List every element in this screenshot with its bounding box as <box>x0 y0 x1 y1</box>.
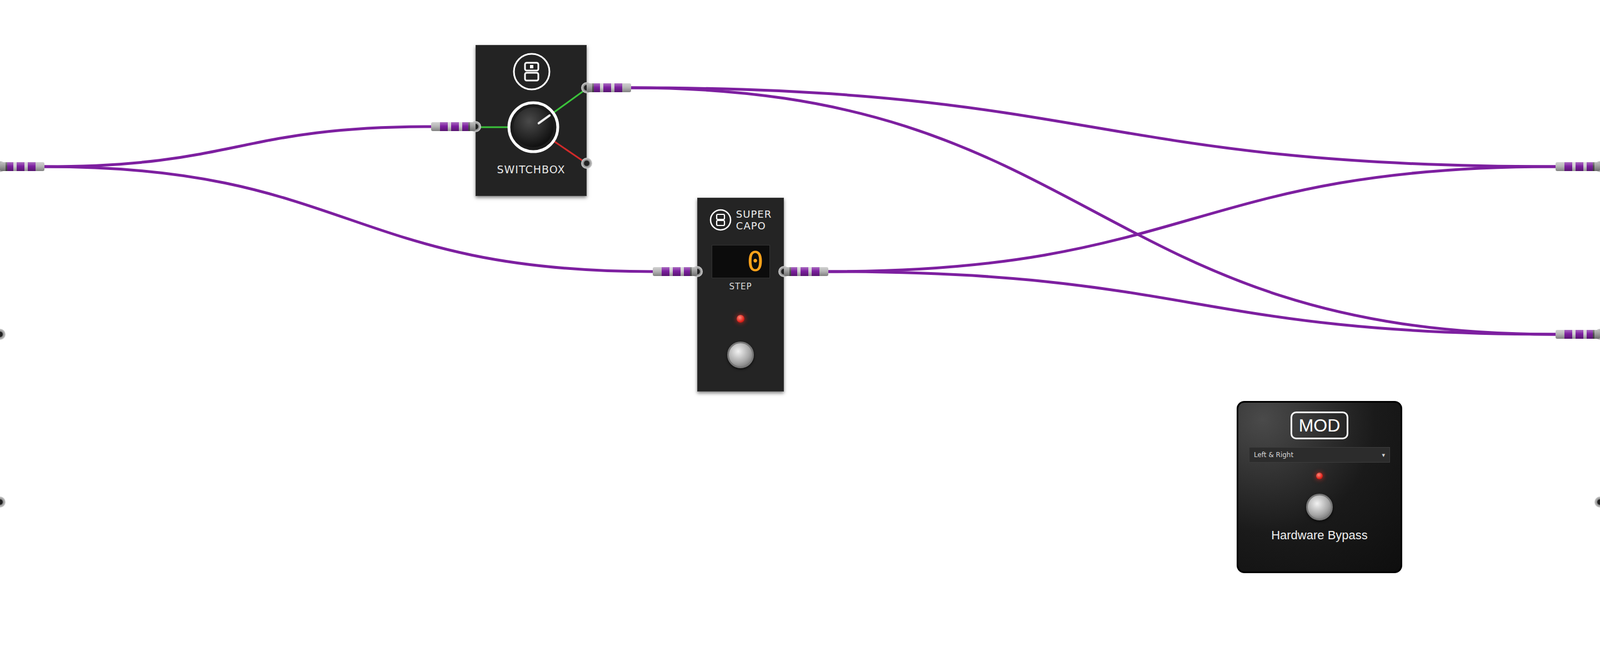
dropdown-arrow-icon: ▾ <box>1381 451 1385 459</box>
cable[interactable] <box>44 126 432 167</box>
cable-plug[interactable] <box>1555 162 1600 172</box>
jack-socket[interactable] <box>0 328 6 340</box>
super-capo-plugin[interactable]: SUPERCAPO 0 STEP <box>697 197 784 392</box>
display-label: STEP <box>728 281 752 292</box>
footswitch[interactable] <box>727 341 754 369</box>
cable-plug[interactable] <box>783 267 829 277</box>
step-display[interactable]: 0 <box>711 245 770 279</box>
mod-logo: MOD <box>1290 411 1349 440</box>
plugin-title: Hardware Bypass <box>1271 528 1368 543</box>
selector-knob[interactable] <box>508 102 558 152</box>
jack-socket[interactable] <box>1594 496 1600 508</box>
cable-plug[interactable] <box>1555 330 1600 339</box>
cable-plug[interactable] <box>431 122 476 132</box>
cable[interactable] <box>828 271 1556 335</box>
hardware-bypass-plugin[interactable]: MOD Left & Right ▾ Hardware Bypass <box>1236 401 1403 574</box>
jack-socket[interactable] <box>581 157 593 169</box>
status-led <box>736 315 745 323</box>
plugin-logo-icon <box>513 53 550 90</box>
cable[interactable] <box>828 166 1556 272</box>
cable-plug[interactable] <box>652 267 698 277</box>
mode-value: Left & Right <box>1253 451 1294 459</box>
mode-dropdown[interactable]: Left & Right ▾ <box>1248 447 1390 463</box>
plugin-title: SUPERCAPO <box>736 208 772 232</box>
pedalboard[interactable]: SWITCHBOX SUPERCAPO 0 STEP MOD Left & Right ▾ H… <box>0 0 1600 672</box>
cable-plug[interactable] <box>0 162 45 172</box>
plugin-logo-icon <box>709 208 732 232</box>
switchbox-plugin[interactable]: SWITCHBOX <box>475 45 587 197</box>
cable[interactable] <box>631 87 1556 167</box>
plugin-header: SUPERCAPO <box>709 208 772 232</box>
cable-plug[interactable] <box>586 83 632 93</box>
switchbox-art <box>476 45 588 197</box>
jack-socket[interactable] <box>0 496 6 508</box>
footswitch[interactable] <box>1306 493 1333 521</box>
status-led <box>1316 472 1323 480</box>
